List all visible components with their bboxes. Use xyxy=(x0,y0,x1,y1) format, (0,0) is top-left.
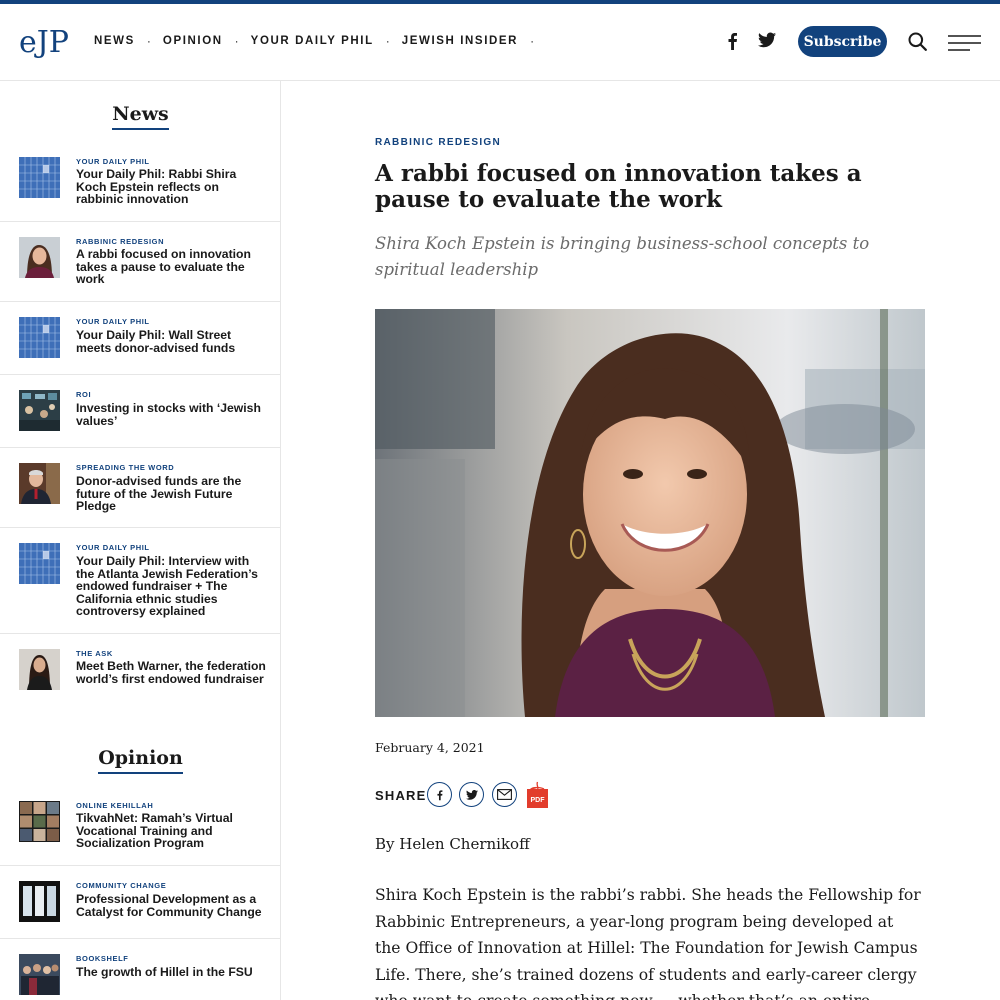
sidebar-item-kicker: YOUR DAILY PHIL xyxy=(76,317,150,326)
main-nav: NEWS · OPINION · YOUR DAILY PHIL · JEWIS… xyxy=(94,34,546,48)
article-subhead: Shira Koch Epstein is bringing business-… xyxy=(375,234,870,279)
sidebar-item-kicker: ROI xyxy=(76,390,92,399)
news-section-title[interactable]: News xyxy=(0,103,281,130)
group-photo-thumbnail xyxy=(19,954,60,995)
sidebar-item-headline[interactable]: Your Daily Phil: Wall Street meets donor… xyxy=(76,329,268,354)
sidebar-item-headline[interactable]: TikvahNet: Ramah’s Virtual Vocational Tr… xyxy=(76,812,268,850)
sidebar-item-headline[interactable]: A rabbi focused on innovation takes a pa… xyxy=(76,248,268,286)
sidebar-news-item[interactable]: YOUR DAILY PHIL Your Daily Phil: Wall St… xyxy=(0,302,281,375)
envelope-icon xyxy=(497,789,512,800)
trading-floor-thumbnail xyxy=(19,390,60,431)
twitter-icon[interactable] xyxy=(758,32,776,48)
twitter-icon xyxy=(465,789,478,800)
sidebar-item-headline[interactable]: Your Daily Phil: Interview with the Atla… xyxy=(76,555,268,618)
video-grid-thumbnail xyxy=(19,801,60,842)
facebook-icon xyxy=(437,789,443,800)
sidebar-item-kicker: YOUR DAILY PHIL xyxy=(76,157,150,166)
sidebar-item-kicker: YOUR DAILY PHIL xyxy=(76,543,150,552)
opinion-section-title[interactable]: Opinion xyxy=(0,747,281,774)
hamburger-menu-icon[interactable] xyxy=(948,35,981,51)
share-facebook-button[interactable] xyxy=(427,782,452,807)
nav-separator: · xyxy=(530,34,535,48)
share-twitter-button[interactable] xyxy=(459,782,484,807)
calendar-thumbnail xyxy=(19,157,60,198)
sidebar-opinion-item[interactable]: ONLINE KEHILLAH TikvahNet: Ramah’s Virtu… xyxy=(0,787,281,866)
article-headline: A rabbi focused on innovation takes a pa… xyxy=(375,160,862,213)
sidebar-opinion-item[interactable]: COMMUNITY CHANGE Professional Developmen… xyxy=(0,866,281,939)
sidebar-opinion-item[interactable]: BOOKSHELF The growth of Hillel in the FS… xyxy=(0,939,281,1000)
portrait-thumbnail xyxy=(19,237,60,278)
sidebar-item-headline[interactable]: Your Daily Phil: Rabbi Shira Koch Epstei… xyxy=(76,168,268,206)
sidebar-news-item[interactable]: ROI Investing in stocks with ‘Jewish val… xyxy=(0,375,281,448)
sidebar-item-headline[interactable]: Professional Development as a Catalyst f… xyxy=(76,893,268,918)
sidebar-item-kicker: ONLINE KEHILLAH xyxy=(76,801,154,810)
site-header: eJP NEWS · OPINION · YOUR DAILY PHIL · J… xyxy=(0,4,1000,81)
sidebar-news-item[interactable]: THE ASK Meet Beth Warner, the federation… xyxy=(0,634,281,714)
share-label: SHARE xyxy=(375,788,427,803)
publish-date: February 4, 2021 xyxy=(375,740,485,755)
calendar-thumbnail xyxy=(19,317,60,358)
article-byline[interactable]: By Helen Chernikoff xyxy=(375,835,530,853)
sidebar-item-kicker: COMMUNITY CHANGE xyxy=(76,881,167,890)
hero-portrait-image xyxy=(375,309,925,717)
article-kicker[interactable]: RABBINIC REDESIGN xyxy=(375,137,501,148)
svg-text:eJP: eJP xyxy=(19,25,69,60)
sidebar-item-kicker: RABBINIC REDESIGN xyxy=(76,237,165,246)
subscribe-button[interactable]: Subscribe xyxy=(798,26,887,57)
portrait-man-thumbnail xyxy=(19,463,60,504)
nav-separator: · xyxy=(385,34,390,48)
sidebar-item-headline[interactable]: Donor-advised funds are the future of th… xyxy=(76,475,268,513)
sidebar-item-headline[interactable]: The growth of Hillel in the FSU xyxy=(76,966,268,979)
nav-your-daily-phil[interactable]: YOUR DAILY PHIL xyxy=(251,35,374,47)
sidebar-item-kicker: BOOKSHELF xyxy=(76,954,129,963)
calendar-thumbnail xyxy=(19,543,60,584)
article-body: Shira Koch Epstein is the rabbi’s rabbi.… xyxy=(375,886,921,1000)
pdf-icon[interactable]: PDF xyxy=(527,781,548,808)
sidebar: News YOUR DAILY PHIL Your Daily Phil: Ra… xyxy=(0,81,281,1000)
portrait-woman-thumbnail xyxy=(19,649,60,690)
search-icon[interactable] xyxy=(908,32,927,51)
sidebar-item-headline[interactable]: Investing in stocks with ‘Jewish values’ xyxy=(76,402,268,427)
facebook-icon[interactable] xyxy=(726,32,738,50)
svg-text:PDF: PDF xyxy=(531,797,546,804)
sidebar-news-item[interactable]: YOUR DAILY PHIL Your Daily Phil: Intervi… xyxy=(0,528,281,634)
ejp-logo[interactable]: eJP xyxy=(18,22,74,62)
sidebar-news-item[interactable]: SPREADING THE WORD Donor-advised funds a… xyxy=(0,448,281,528)
nav-news[interactable]: NEWS xyxy=(94,35,135,47)
sidebar-item-kicker: SPREADING THE WORD xyxy=(76,463,175,472)
windows-thumbnail xyxy=(19,881,60,922)
sidebar-item-headline[interactable]: Meet Beth Warner, the federation world’s… xyxy=(76,660,268,685)
share-email-button[interactable] xyxy=(492,782,517,807)
sidebar-news-item[interactable]: RABBINIC REDESIGN A rabbi focused on inn… xyxy=(0,222,281,302)
sidebar-news-item[interactable]: YOUR DAILY PHIL Your Daily Phil: Rabbi S… xyxy=(0,143,281,222)
sidebar-item-kicker: THE ASK xyxy=(76,649,113,658)
nav-separator: · xyxy=(234,34,239,48)
nav-jewish-insider[interactable]: JEWISH INSIDER xyxy=(402,35,518,47)
nav-opinion[interactable]: OPINION xyxy=(163,35,223,47)
nav-separator: · xyxy=(146,34,151,48)
